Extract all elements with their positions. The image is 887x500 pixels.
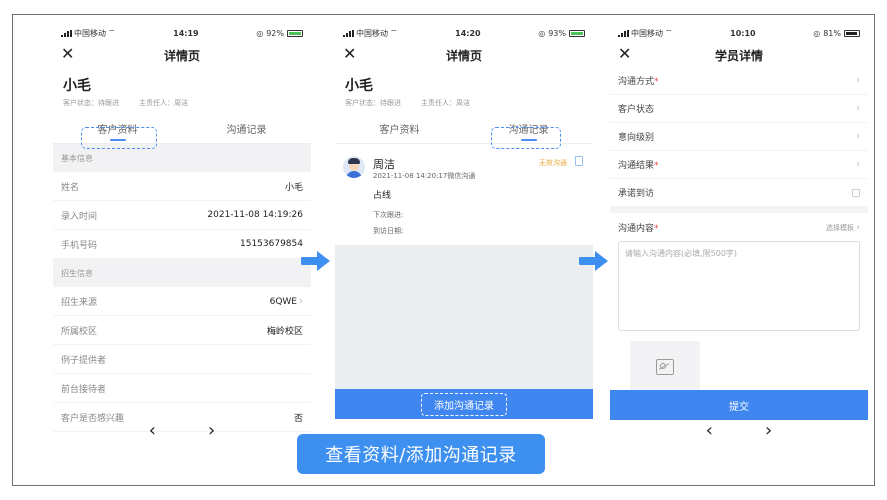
slide-frame: 中国移动 ⌔ 14:19 ◎ 92% ✕ 详情页 小毛 客户状态：待跟进 主责任人：…	[12, 14, 875, 486]
record-content: 占线	[373, 191, 392, 201]
caption-banner: 查看资料/添加沟通记录	[297, 434, 545, 474]
phone-screen-communication-records: 中国移动 ⌔ 14:20 ◎ 93% ✕ 详情页 小毛 客户状态：待跟进 主责任人：…	[335, 23, 593, 445]
nav-bar: ✕ 学员详情	[610, 43, 868, 67]
promise-visit-checkbox[interactable]	[852, 188, 860, 197]
customer-status: 客户状态：待跟进	[345, 99, 401, 107]
section-header-enroll: 招生信息	[53, 259, 311, 287]
customer-status: 客户状态：待跟进	[63, 99, 119, 107]
empty-area	[335, 245, 593, 389]
phone-screen-student-detail: 中国移动 ⌔ 10:10 ◎ 81% ✕ 学员详情 沟通方式* › 客户状态 › 意向级…	[610, 23, 868, 445]
close-icon[interactable]: ✕	[618, 46, 631, 62]
chevron-right-icon: ›	[856, 75, 860, 86]
arrow-right-icon	[579, 251, 609, 271]
field-communication-content: 沟通内容* 选择模板 ›	[618, 221, 860, 234]
select-template-link[interactable]: 选择模板	[826, 224, 854, 232]
record-author: 周洁	[373, 158, 395, 171]
pager: ‹ ›	[610, 420, 868, 441]
field-intent-level[interactable]: 意向级别 ›	[610, 123, 868, 151]
highlight-box	[81, 127, 157, 149]
add-record-button[interactable]: 添加沟通记录	[335, 389, 593, 419]
battery-level: 81%	[823, 28, 841, 38]
field-row-source[interactable]: 招生来源 6QWE ›	[53, 287, 311, 316]
image-icon	[656, 359, 674, 375]
signal-icon	[618, 29, 629, 37]
record-next-followup: 下次跟进:	[373, 211, 404, 219]
chevron-right-icon: ›	[856, 221, 860, 233]
page-title: 详情页	[163, 48, 200, 63]
status-time: 14:19	[173, 28, 199, 38]
customer-meta: 客户状态：待跟进 主责任人：周洁	[335, 95, 593, 108]
status-bar: 中国移动 ⌔ 10:10 ◎ 81%	[610, 23, 868, 43]
page-title: 详情页	[445, 48, 482, 63]
chevron-right-icon: ›	[856, 131, 860, 142]
nav-bar: ✕ 详情页	[53, 43, 311, 67]
battery-icon	[286, 29, 303, 37]
chevron-right-icon[interactable]: ›	[765, 420, 772, 441]
signal-icon	[61, 29, 72, 37]
tab-customer-info[interactable]: 客户资料	[335, 114, 464, 143]
phone-screen-customer-info: 中国移动 ⌔ 14:19 ◎ 92% ✕ 详情页 小毛 客户状态：待跟进 主责任人：…	[53, 23, 311, 445]
field-row-name: 姓名 小毛	[53, 172, 311, 201]
nav-bar: ✕ 详情页	[335, 43, 593, 67]
signal-icon	[343, 29, 354, 37]
field-row-receptionist: 前台接待者	[53, 374, 311, 403]
alarm-icon: ◎	[538, 28, 546, 38]
chevron-right-icon[interactable]: ›	[208, 420, 215, 441]
field-promise-visit[interactable]: 承诺到访	[610, 179, 868, 207]
customer-name: 小毛	[63, 78, 91, 94]
chevron-right-icon: ›	[299, 295, 303, 307]
field-row-campus: 所属校区 梅岭校区	[53, 316, 311, 345]
field-row-entry-time: 录入时间 2021-11-08 14:19:26	[53, 201, 311, 230]
record-visit-date: 到访日期:	[373, 227, 404, 235]
alarm-icon: ◎	[256, 28, 264, 38]
field-row-provider: 例子提供者	[53, 345, 311, 374]
edit-icon[interactable]	[575, 156, 583, 166]
communication-record[interactable]: 周洁 2021-11-08 14:20:17微信沟通 无效沟通 占线 下次跟进:…	[335, 144, 593, 240]
wifi-icon: ⌔	[665, 28, 673, 37]
status-time: 10:10	[730, 28, 756, 38]
record-time: 2021-11-08 14:20:17微信沟通	[373, 172, 476, 180]
chevron-left-icon[interactable]: ‹	[149, 420, 156, 441]
chevron-right-icon: ›	[856, 103, 860, 114]
avatar	[343, 156, 365, 178]
field-communication-method[interactable]: 沟通方式* ›	[610, 67, 868, 95]
record-status-badge: 无效沟通	[539, 159, 567, 167]
tab-communication-records[interactable]: 沟通记录	[182, 114, 311, 143]
field-customer-status[interactable]: 客户状态 ›	[610, 95, 868, 123]
wifi-icon: ⌔	[390, 28, 398, 37]
chevron-right-icon: ›	[856, 159, 860, 170]
submit-button[interactable]: 提交	[610, 390, 868, 420]
close-icon[interactable]: ✕	[61, 46, 74, 62]
page-title: 学员详情	[714, 48, 763, 63]
communication-content-input[interactable]: 请输入沟通内容(必填,限500字)	[618, 241, 860, 331]
customer-owner: 主责任人：周洁	[421, 99, 470, 107]
field-row-phone: 手机号码 15153679854	[53, 230, 311, 259]
pager: ‹ ›	[53, 420, 311, 441]
battery-level: 92%	[266, 28, 284, 38]
battery-level: 93%	[548, 28, 566, 38]
battery-icon	[568, 29, 585, 37]
chevron-left-icon[interactable]: ‹	[706, 420, 713, 441]
status-time: 14:20	[455, 28, 481, 38]
status-bar: 中国移动 ⌔ 14:20 ◎ 93%	[335, 23, 593, 43]
arrow-right-icon	[301, 251, 331, 271]
battery-icon	[843, 29, 860, 37]
wifi-icon: ⌔	[108, 28, 116, 37]
alarm-icon: ◎	[813, 28, 821, 38]
customer-owner: 主责任人：周洁	[139, 99, 188, 107]
customer-meta: 客户状态：待跟进 主责任人：周洁	[53, 95, 311, 108]
close-icon[interactable]: ✕	[343, 46, 356, 62]
field-communication-result[interactable]: 沟通结果* ›	[610, 151, 868, 179]
customer-name: 小毛	[345, 78, 373, 94]
status-bar: 中国移动 ⌔ 14:19 ◎ 92%	[53, 23, 311, 43]
